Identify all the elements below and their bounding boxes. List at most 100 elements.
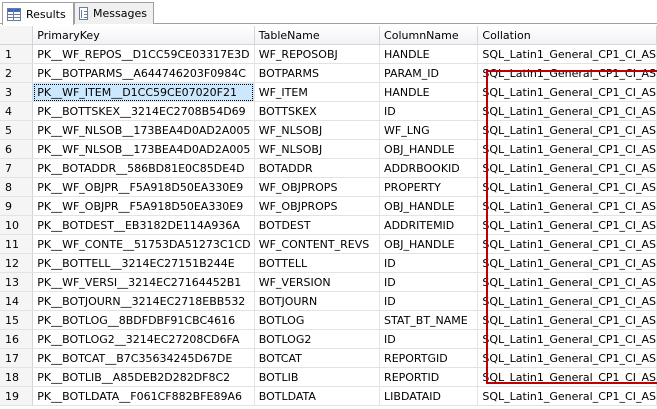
table-row[interactable]: 10 PK__BOTDEST__EB3182DE114A936A BOTDEST AD… [0,215,657,235]
collation-cell[interactable]: SQL_Latin1_General_CP1_CI_AS [477,386,657,406]
row-number[interactable]: 2 [0,63,34,83]
collation-cell[interactable]: SQL_Latin1_General_CP1_CI_AS [477,348,657,368]
columnname-cell[interactable]: ID [379,329,479,349]
table-row[interactable]: 7 PK__BOTADDR__586BD81E0C85DE4D BOTADDR ADD… [0,158,657,178]
primarykey-cell[interactable]: PK__WF_OBJPR__F5A918D50EA330E9 [32,196,255,216]
tablename-cell[interactable]: BOTTSKEX [254,101,381,121]
columnname-cell[interactable]: ADDRBOOKID [379,158,479,178]
tablename-cell[interactable]: WF_OBJPROPS [254,177,381,197]
table-row[interactable]: 18 PK__BOTLIB__A85DEB2D282DF8C2 BOTLIB REPO… [0,367,657,387]
row-number[interactable]: 14 [0,291,34,311]
tablename-cell[interactable]: WF_VERSION [254,272,381,292]
collation-cell[interactable]: SQL_Latin1_General_CP1_CI_AS [477,329,657,349]
tablename-cell[interactable]: WF_REPOSOBJ [254,44,381,64]
primarykey-cell[interactable]: PK__BOTTSKEX__3214EC2708B54D69 [32,101,255,121]
tablename-cell[interactable]: BOTLDATA [254,386,381,406]
row-number[interactable]: 17 [0,348,34,368]
columnname-cell[interactable]: REPORTGID [379,348,479,368]
collation-cell[interactable]: SQL_Latin1_General_CP1_CI_AS [477,120,657,140]
primarykey-cell[interactable]: PK__BOTLOG__8BDFDBF91CBC4616 [32,310,255,330]
primarykey-cell[interactable]: PK__WF_ITEM__D1CC59CE07020F21 [32,82,255,102]
primarykey-cell[interactable]: PK__WF_OBJPR__F5A918D50EA330E9 [32,177,255,197]
column-header-collation[interactable]: Collation [477,26,657,45]
primarykey-cell[interactable]: PK__BOTLOG2__3214EC27208CD6FA [32,329,255,349]
primarykey-cell[interactable]: PK__WF_CONTE__51753DA51273C1CD [32,234,255,254]
primarykey-cell[interactable]: PK__BOTLIB__A85DEB2D282DF8C2 [32,367,255,387]
collation-cell[interactable]: SQL_Latin1_General_CP1_CI_AS [477,63,657,83]
table-row[interactable]: 14 PK__BOTJOURN__3214EC2718EBB532 BOTJOURN… [0,291,657,311]
collation-cell[interactable]: SQL_Latin1_General_CP1_CI_AS [477,44,657,64]
collation-cell[interactable]: SQL_Latin1_General_CP1_CI_AS [477,272,657,292]
table-row[interactable]: 15 PK__BOTLOG__8BDFDBF91CBC4616 BOTLOG STAT… [0,310,657,330]
row-number[interactable]: 18 [0,367,34,387]
tablename-cell[interactable]: BOTDEST [254,215,381,235]
tablename-cell[interactable]: BOTLIB [254,367,381,387]
collation-cell[interactable]: SQL_Latin1_General_CP1_CI_AS [477,310,657,330]
tablename-cell[interactable]: WF_ITEM [254,82,381,102]
corner-header[interactable] [0,26,34,45]
primarykey-cell[interactable]: PK__WF_VERSI__3214EC27164452B1 [32,272,255,292]
table-row[interactable]: 9 PK__WF_OBJPR__F5A918D50EA330E9 WF_OBJPRO… [0,196,657,216]
tablename-cell[interactable]: BOTLOG [254,310,381,330]
columnname-cell[interactable]: HANDLE [379,44,479,64]
collation-cell[interactable]: SQL_Latin1_General_CP1_CI_AS [477,82,657,102]
row-number[interactable]: 7 [0,158,34,178]
row-number[interactable]: 9 [0,196,34,216]
primarykey-cell[interactable]: PK__BOTTELL__3214EC27151B244E [32,253,255,273]
columnname-cell[interactable]: PARAM_ID [379,63,479,83]
results-grid[interactable]: PrimaryKey TableName ColumnName Collatio… [0,26,657,409]
collation-cell[interactable]: SQL_Latin1_General_CP1_CI_AS [477,196,657,216]
column-header-columnname[interactable]: ColumnName [379,26,479,45]
row-number[interactable]: 16 [0,329,34,349]
row-number[interactable]: 11 [0,234,34,254]
table-row[interactable]: 19 PK__BOTLDATA__F061CF882BFE89A6 BOTLDATA… [0,386,657,406]
columnname-cell[interactable]: ID [379,272,479,292]
primarykey-cell[interactable]: PK__BOTJOURN__3214EC2718EBB532 [32,291,255,311]
row-number[interactable]: 6 [0,139,34,159]
tablename-cell[interactable]: WF_OBJPROPS [254,196,381,216]
row-number[interactable]: 12 [0,253,34,273]
tab-messages[interactable]: Messages [74,2,154,24]
columnname-cell[interactable]: OBJ_HANDLE [379,234,479,254]
row-number[interactable]: 5 [0,120,34,140]
collation-cell[interactable]: SQL_Latin1_General_CP1_CI_AS [477,101,657,121]
table-row[interactable]: 16 PK__BOTLOG2__3214EC27208CD6FA BOTLOG2 ID… [0,329,657,349]
column-header-primarykey[interactable]: PrimaryKey [32,26,255,45]
row-number[interactable]: 4 [0,101,34,121]
columnname-cell[interactable]: OBJ_HANDLE [379,196,479,216]
primarykey-cell[interactable]: PK__WF_NLSOB__173BEA4D0AD2A005 [32,120,255,140]
tablename-cell[interactable]: WF_NLSOBJ [254,139,381,159]
columnname-cell[interactable]: HANDLE [379,82,479,102]
table-row[interactable]: 5 PK__WF_NLSOB__173BEA4D0AD2A005 WF_NLSOBJ… [0,120,657,140]
collation-cell[interactable]: SQL_Latin1_General_CP1_CI_AS [477,253,657,273]
row-number[interactable]: 1 [0,44,34,64]
tablename-cell[interactable]: BOTTELL [254,253,381,273]
row-number[interactable]: 13 [0,272,34,292]
table-row[interactable]: 17 PK__BOTCAT__B7C35634245D67DE BOTCAT REPO… [0,348,657,368]
row-number[interactable]: 15 [0,310,34,330]
table-row[interactable]: 3 PK__WF_ITEM__D1CC59CE07020F21 WF_ITEM HAN… [0,82,657,102]
primarykey-cell[interactable]: PK__BOTCAT__B7C35634245D67DE [32,348,255,368]
table-row[interactable]: 13 PK__WF_VERSI__3214EC27164452B1 WF_VERSI… [0,272,657,292]
collation-cell[interactable]: SQL_Latin1_General_CP1_CI_AS [477,234,657,254]
table-row[interactable]: 2 PK__BOTPARMS__A644746203F0984C BOTPARMS P… [0,63,657,83]
collation-cell[interactable]: SQL_Latin1_General_CP1_CI_AS [477,215,657,235]
tablename-cell[interactable]: BOTCAT [254,348,381,368]
tablename-cell[interactable]: WF_NLSOBJ [254,120,381,140]
columnname-cell[interactable]: STAT_BT_NAME [379,310,479,330]
row-number[interactable]: 19 [0,386,34,406]
columnname-cell[interactable]: LIBDATAID [379,386,479,406]
tablename-cell[interactable]: BOTJOURN [254,291,381,311]
columnname-cell[interactable]: ID [379,291,479,311]
table-row[interactable]: 4 PK__BOTTSKEX__3214EC2708B54D69 BOTTSKEX I… [0,101,657,121]
primarykey-cell[interactable]: PK__BOTDEST__EB3182DE114A936A [32,215,255,235]
table-row[interactable]: 1 PK__WF_REPOS__D1CC59CE03317E3D WF_REPOSO… [0,44,657,64]
collation-cell[interactable]: SQL_Latin1_General_CP1_CI_AS [477,177,657,197]
columnname-cell[interactable]: PROPERTY [379,177,479,197]
collation-cell[interactable]: SQL_Latin1_General_CP1_CI_AS [477,291,657,311]
table-row[interactable]: 11 PK__WF_CONTE__51753DA51273C1CD WF_CONTE… [0,234,657,254]
table-row[interactable]: 6 PK__WF_NLSOB__173BEA4D0AD2A005 WF_NLSOBJ… [0,139,657,159]
primarykey-cell[interactable]: PK__BOTLDATA__F061CF882BFE89A6 [32,386,255,406]
table-row[interactable]: 12 PK__BOTTELL__3214EC27151B244E BOTTELL ID… [0,253,657,273]
column-header-tablename[interactable]: TableName [254,26,381,45]
